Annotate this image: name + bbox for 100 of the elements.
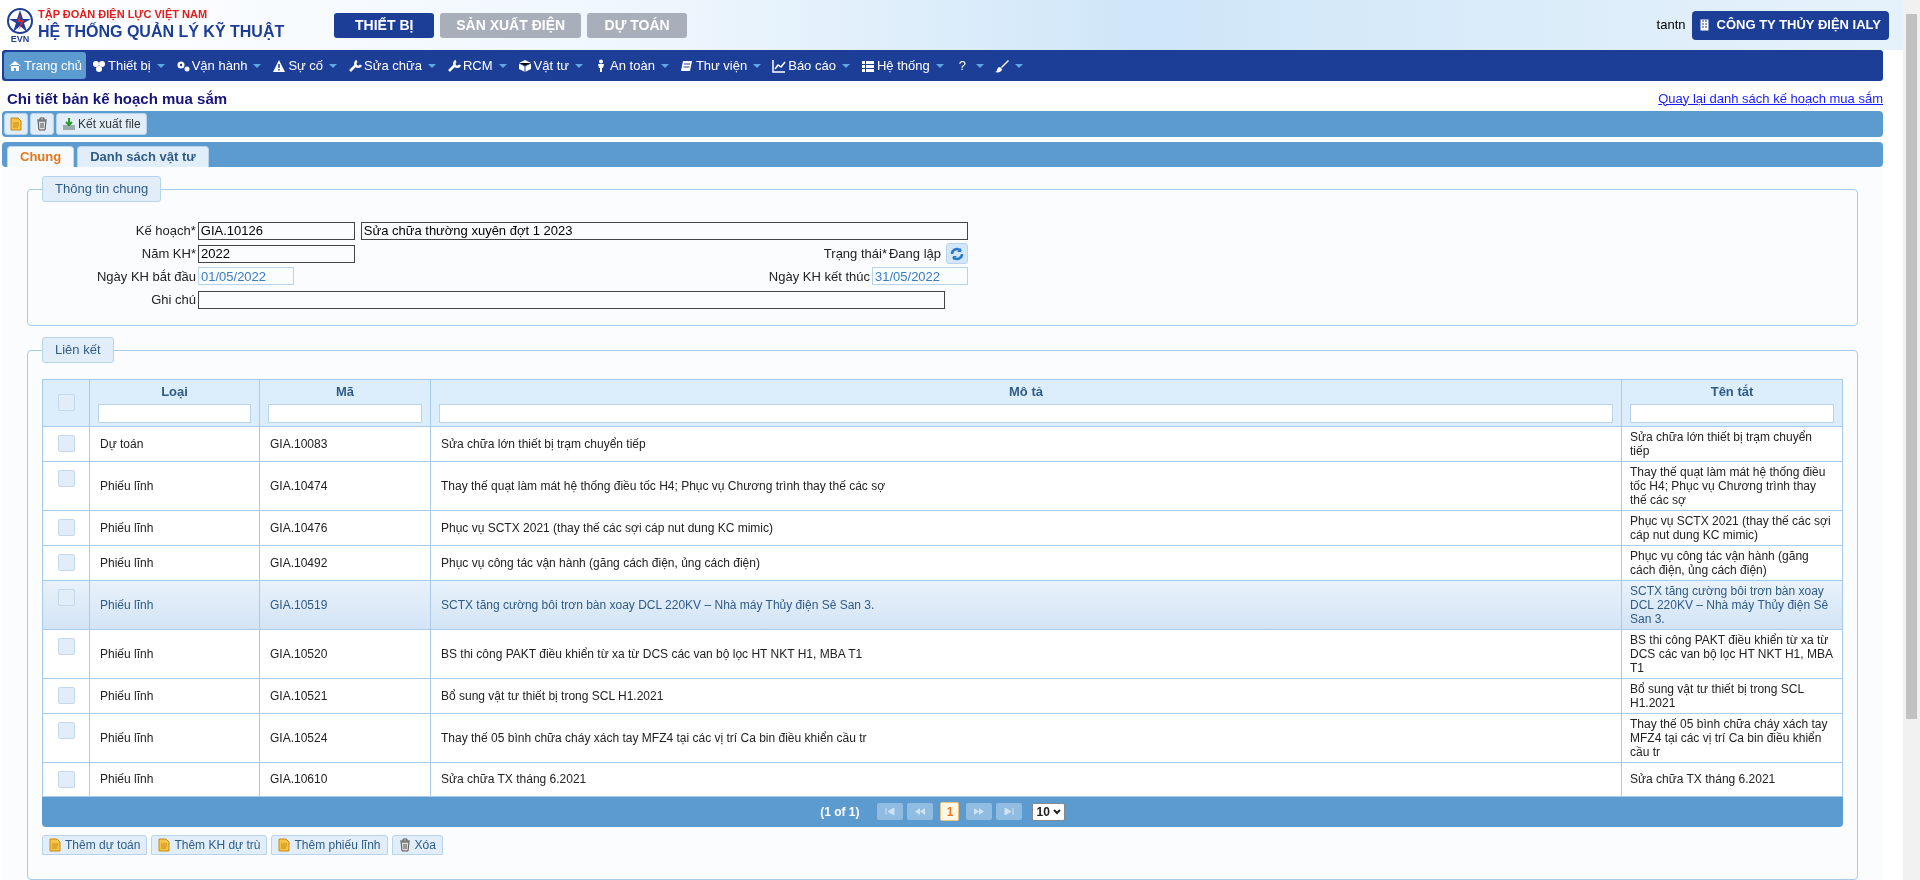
delete-button[interactable]: Xóa: [391, 834, 443, 855]
table-cell: Phục vụ công tác vận hành (găng cách điện, ủng cách điện): [441, 555, 760, 570]
menu-item[interactable]: Thiết bị: [88, 52, 170, 79]
table-cell: SCTX tăng cường bôi trơn bàn xoay DCL 220KV – Nhà máy Thủy điện Sê San 3.: [441, 597, 875, 612]
tab[interactable]: Danh sách vật tư: [77, 146, 209, 167]
table-row[interactable]: Phiếu lĩnh GIA.10521 Bổ sung vật tư thiết bị trong SCL H1.2021 Bổ sung vật tư thiết bị trong SCL H1.2021: [42, 678, 1843, 713]
first-page-button[interactable]: [877, 803, 904, 820]
next-page-button[interactable]: [966, 803, 993, 820]
table-cell: Bổ sung vật tư thiết bị trong SCL H1.2021: [1630, 681, 1804, 710]
new-button[interactable]: [4, 113, 28, 135]
scrollbar[interactable]: [1903, 0, 1920, 880]
table-cell: Phiếu lĩnh: [100, 597, 154, 612]
date-field[interactable]: 31/05/2022: [872, 267, 968, 286]
checkbox[interactable]: [57, 637, 75, 655]
field-label: Kế hoạch*: [134, 222, 196, 240]
menu-item[interactable]: ?: [950, 52, 989, 79]
table-cell: Phiếu lĩnh: [100, 688, 154, 703]
checkbox[interactable]: [57, 553, 75, 571]
menu-item[interactable]: Sửa chữa: [344, 52, 441, 79]
document-icon: [10, 117, 22, 131]
table-cell: Dự toán: [100, 436, 144, 451]
wrench-icon: [348, 58, 363, 73]
table-cell: GIA.10519: [270, 597, 328, 612]
filter-field[interactable]: [1630, 403, 1834, 423]
last-page-button[interactable]: [996, 803, 1023, 820]
scrollbar-thumb[interactable]: [1906, 14, 1917, 719]
module-tab[interactable]: THIẾT BỊ: [334, 12, 435, 38]
table-cell: SCTX tăng cường bôi trơn bàn xoay DCL 220KV – Nhà máy Thủy điện Sê San 3.: [1630, 583, 1829, 626]
refresh-button[interactable]: [946, 243, 968, 264]
table-cell: Sửa chữa lớn thiết bị trạm chuyển tiếp: [1630, 429, 1813, 458]
checkbox[interactable]: [57, 434, 75, 452]
table-cell: GIA.10474: [270, 478, 328, 493]
menu-item[interactable]: Sự cố: [268, 52, 343, 79]
logo-text: EVN: [10, 34, 30, 44]
table-row[interactable]: Phiếu lĩnh GIA.10476 Phục vụ SCTX 2021 (thay thế các sợi cáp nut dung KC mimic) Phục vụ SCTX 2021 (thay thế các sợi cáp nut dung KC mimic): [42, 510, 1843, 545]
column-header: Loại: [160, 383, 189, 401]
menu-item[interactable]: Báo cáo: [768, 52, 855, 79]
table-row[interactable]: Dự toán GIA.10083 Sửa chữa lớn thiết bị trạm chuyển tiếp Sửa chữa lớn thiết bị trạm chuyển tiếp: [42, 426, 1843, 461]
checkbox[interactable]: [57, 518, 75, 536]
filter-field[interactable]: [439, 403, 1613, 423]
menu-item[interactable]: Vật tư: [513, 52, 589, 79]
table-cell: GIA.10610: [270, 772, 328, 786]
text-field[interactable]: GIA.10126: [197, 221, 355, 240]
text-field[interactable]: Sửa chữa thường xuyên đợt 1 2023: [360, 221, 968, 240]
page-size-select[interactable]: 10: [1032, 802, 1065, 821]
trash-icon: [398, 837, 411, 852]
section-legend: Liên kết: [42, 337, 114, 363]
warning-icon: [272, 58, 287, 73]
table-cell: GIA.10083: [270, 436, 328, 451]
checkbox[interactable]: [57, 588, 75, 606]
table-cell: Bổ sung vật tư thiết bị trong SCL H1.2021: [441, 688, 664, 703]
export-button[interactable]: Kết xuất file: [56, 113, 147, 135]
table-cell: Phiếu lĩnh: [100, 772, 154, 786]
menu-item[interactable]: RCM: [443, 52, 512, 79]
checkbox[interactable]: [57, 686, 75, 704]
company-button[interactable]: CÔNG TY THỦY ĐIỆN IALY: [1691, 10, 1889, 40]
previous-page-button[interactable]: [907, 803, 934, 820]
menu-item[interactable]: Hệ thống: [856, 52, 949, 79]
table-cell: Phục vụ công tác vận hành (găng cách điện, ủng cách điện): [1630, 548, 1809, 577]
table-cell: Sửa chữa TX tháng 6.2021: [1630, 772, 1776, 786]
table-row[interactable]: Phiếu lĩnh GIA.10610 Sửa chữa TX tháng 6.2021 Sửa chữa TX tháng 6.2021: [42, 762, 1843, 796]
table-cell: Phiếu lĩnh: [100, 520, 154, 535]
table-row[interactable]: Phiếu lĩnh GIA.10474 Thay thế quạt làm mát hệ thống điều tốc H4; Phục vụ Chương trình thay thế các sợ Thay thế quạt làm mát hệ thống điều tốc H4; Phục vụ Chương trình thay thế các sợ: [42, 461, 1843, 510]
table-cell: Thay thế 05 bình chữa cháy xách tay MFZ4 tại các vị trí Ca bin điều khiển cầu tr: [441, 730, 867, 745]
document-icon: [49, 837, 61, 852]
table-row[interactable]: Phiếu lĩnh GIA.10524 Thay thế 05 bình chữa cháy xách tay MFZ4 tại các vị trí Ca bin điều khiển cầu tr Thay thế 05 bình chữa cháy xách tay MFZ4 tại các vị trí Ca bin điều khiển cầu tr: [42, 713, 1843, 762]
table-cell: Phiếu lĩnh: [100, 478, 154, 493]
field-label: Ngày KH bắt đầu: [96, 267, 196, 286]
date-field[interactable]: 01/05/2022: [198, 267, 294, 286]
table-cell: GIA.10492: [270, 555, 328, 570]
table-cell: Phiếu lĩnh: [100, 646, 154, 661]
table-row[interactable]: Phiếu lĩnh GIA.10492 Phục vụ công tác vận hành (găng cách điện, ủng cách điện) Phục vụ công tác vận hành (găng cách điện, ủng cách điện): [42, 545, 1843, 580]
menu-item[interactable]: Vận hành: [171, 52, 267, 79]
section-legend: Thông tin chung: [42, 176, 162, 202]
menu-item[interactable]: An toàn: [590, 52, 674, 79]
column-header: Mã: [334, 383, 356, 401]
status-value: Đang lập: [888, 244, 941, 263]
add-button[interactable]: Thêm phiếu lĩnh: [271, 834, 388, 855]
filter-field[interactable]: [98, 403, 251, 423]
add-button[interactable]: Thêm KH dự trù: [151, 834, 268, 855]
note-field[interactable]: [198, 290, 945, 309]
checkbox[interactable]: [57, 721, 75, 739]
table-row[interactable]: Phiếu lĩnh GIA.10520 BS thi công PAKT điều khiển từ xa từ DCS các van bộ lọc HT NKT H1, MBA T1 BS thi công PAKT điều khiển từ xa từ DCS các van bộ lọc HT NKT H1, MBA T1: [42, 629, 1843, 678]
filter-field[interactable]: [268, 403, 422, 423]
text-field[interactable]: 2022: [198, 244, 355, 263]
page-summary: (1 of 1): [820, 803, 860, 821]
table-cell: Thay thế quạt làm mát hệ thống điều tốc H4; Phục vụ Chương trình thay thế các sợ: [441, 478, 885, 493]
field-label: Năm KH*: [140, 244, 196, 263]
delete-button[interactable]: [30, 113, 54, 135]
table-cell: Sửa chữa lớn thiết bị trạm chuyển tiếp: [441, 436, 646, 451]
checkbox[interactable]: [57, 770, 75, 788]
table-cell: Phiếu lĩnh: [100, 555, 154, 570]
back-link[interactable]: Quay lại danh sách kế hoạch mua sắm: [1658, 88, 1883, 111]
checkbox[interactable]: [57, 469, 75, 487]
menu-item[interactable]: Thư viện: [675, 52, 767, 79]
checkbox[interactable]: [57, 394, 75, 412]
table-cell: Thay thế quạt làm mát hệ thống điều tốc H4; Phục vụ Chương trình thay thế các sợ: [1630, 464, 1826, 507]
field-label: Trạng thái*: [823, 244, 887, 263]
add-button[interactable]: Thêm dự toán: [42, 834, 148, 855]
table-row[interactable]: Phiếu lĩnh GIA.10519 SCTX tăng cường bôi trơn bàn xoay DCL 220KV – Nhà máy Thủy điện Sê San 3. SCTX tăng cường bôi trơn bàn xoay DCL 220KV – Nhà máy Thủy điện Sê San 3.: [42, 580, 1843, 629]
